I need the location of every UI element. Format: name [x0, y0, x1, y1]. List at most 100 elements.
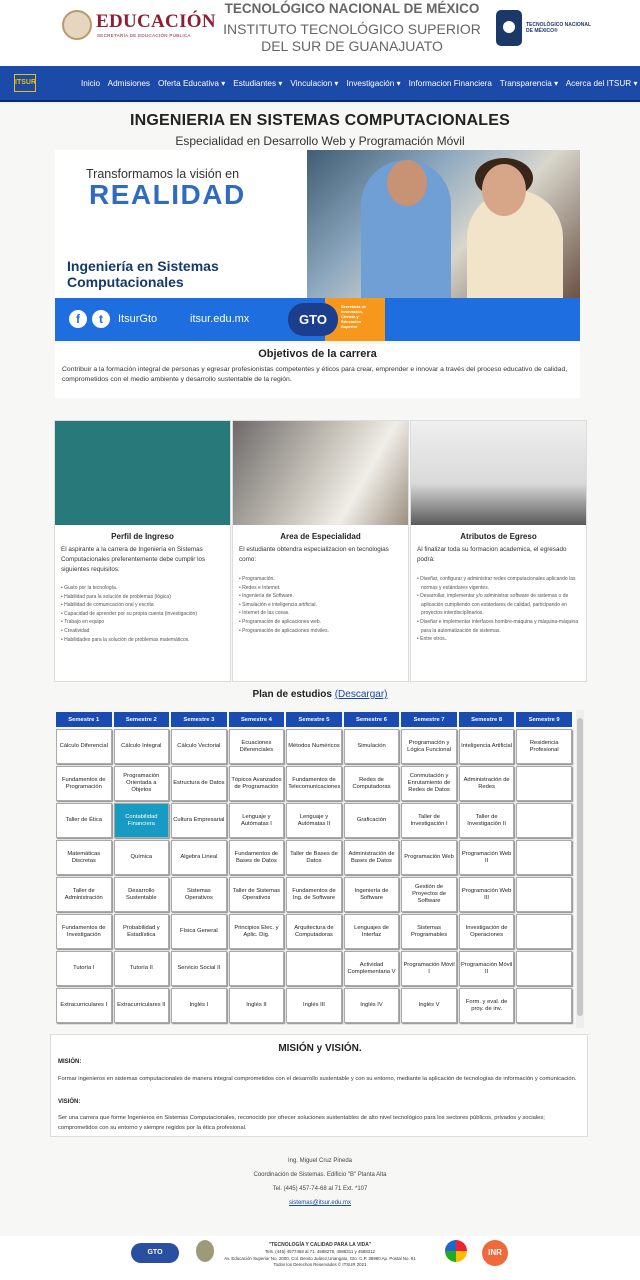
course-cell[interactable]: Métodos Numéricos [286, 729, 342, 764]
empty-cell [286, 951, 342, 986]
course-cell[interactable]: Ingeniería de Software [343, 877, 400, 912]
contact-email-link[interactable]: sistemas@itsur.edu.mx [0, 1196, 640, 1210]
scrollbar-thumb[interactable] [577, 718, 583, 1016]
course-cell[interactable]: Taller de Investigación I [401, 803, 457, 838]
page-title: INGENIERIA EN SISTEMAS COMPUTACIONALES [129, 112, 511, 129]
course-cell[interactable]: Extracurriculares I [56, 988, 112, 1023]
mexico-seal-icon [62, 10, 92, 40]
nav-item-inicio[interactable]: Inicio [81, 79, 100, 88]
course-cell[interactable]: Inglés III [286, 988, 342, 1023]
list-item: Redes e Internet. [239, 584, 404, 593]
course-cell[interactable]: Programación Web II [458, 840, 515, 875]
course-cell[interactable]: Cálculo Vectorial [171, 729, 227, 764]
twitter-icon[interactable]: t [92, 310, 110, 328]
course-cell[interactable]: Programación y Lógica Funcional [401, 729, 457, 764]
list-item: Diseñar e implementar interfaces hombre-… [417, 618, 582, 635]
card-image-meeting [233, 421, 408, 525]
nav-item-transparencia[interactable]: Transparencia ▾ [500, 79, 558, 88]
course-cell[interactable]: Form. y eval. de proy. de inv. [458, 988, 515, 1023]
course-cell[interactable]: Investigación de Operaciones [458, 914, 515, 949]
course-cell[interactable]: Lenguaje y Autómatas II [286, 803, 342, 838]
course-cell[interactable]: Simulación [343, 729, 400, 764]
course-cell[interactable]: Principios Elec. y Aplic. Dig. [228, 914, 285, 949]
vision-label: VISIÓN: [58, 1099, 81, 1105]
nav-item-oferta-educativa[interactable]: Oferta Educativa ▾ [158, 79, 225, 88]
course-cell[interactable]: Cálculo Diferencial [56, 729, 112, 764]
course-cell[interactable]: Lenguajes de Interfaz [343, 914, 400, 949]
banner-realidad: REALIDAD [89, 179, 246, 210]
course-cell[interactable]: Programación Móvil II [458, 951, 515, 986]
course-cell[interactable]: Sistemas Programables [401, 914, 457, 949]
facebook-icon[interactable]: f [69, 310, 87, 328]
nav-item-investigacion[interactable]: Investigación ▾ [347, 79, 401, 88]
nav-item-estudiantes[interactable]: Estudiantes ▾ [233, 79, 282, 88]
nav-item-admisiones[interactable]: Admisiones [108, 79, 150, 88]
course-cell[interactable]: Sistemas Operativos [171, 877, 227, 912]
contact-info: Ing. Miguel Cruz Pineda Coordinación de … [0, 1154, 640, 1210]
course-cell[interactable]: Taller de Investigación II [458, 803, 515, 838]
course-cell[interactable]: Taller de Ética [56, 803, 112, 838]
footer-inr-logo[interactable]: INR [482, 1240, 508, 1266]
empty-cell [516, 914, 572, 949]
course-cell[interactable]: Actividad Complementaria V [343, 951, 400, 986]
course-cell[interactable]: Programación Móvil I [401, 951, 457, 986]
sep-logo[interactable]: EDUCACIÓN SECRETARÍA DE EDUCACIÓN PÚBLIC… [62, 10, 216, 44]
course-cell[interactable]: Gestión de Proyectos de Software [401, 877, 457, 912]
plan-scrollbar[interactable] [576, 710, 584, 1028]
course-cell[interactable]: Inteligencia Artificial [458, 729, 515, 764]
course-cell[interactable]: Administración de Redes [458, 766, 515, 801]
course-cell[interactable]: Algebra Lineal [171, 840, 227, 875]
course-cell[interactable]: Fundamentos de Bases de Datos [228, 840, 285, 875]
course-cell[interactable]: Taller de Bases de Datos [286, 840, 342, 875]
course-cell[interactable]: Física General [171, 914, 227, 949]
footer-gto-logo[interactable]: GTO [131, 1243, 179, 1263]
site-footer: GTO "TECNOLOGÍA Y CALIDAD PARA LA VIDA" … [0, 1236, 640, 1280]
course-cell[interactable]: Taller de Administración [56, 877, 112, 912]
nav-item-informacion-financiera[interactable]: Informacion Financiera [409, 79, 492, 88]
course-cell[interactable]: Probabilidad y Estadística [113, 914, 170, 949]
banner-site: itsur.edu.mx [190, 313, 250, 325]
course-cell[interactable]: Taller de Sistemas Operativos [228, 877, 285, 912]
course-cell[interactable]: Tutoría II [113, 951, 170, 986]
course-cell[interactable]: Fundamentos de Programación [56, 766, 112, 801]
course-cell[interactable]: Ecuaciones Diferenciales [228, 729, 285, 764]
course-cell[interactable]: Cultura Empresarial [171, 803, 227, 838]
course-cell[interactable]: Fundamentos de Ing. de Software [286, 877, 342, 912]
course-cell[interactable]: Fundamentos de Telecomunicaciones [286, 766, 342, 801]
banner-career-name: Ingeniería en Sistemas Computacionales [67, 258, 219, 290]
contact-phone: Tel. (445) 457-74-68 al 71 Ext. *107 [272, 1186, 368, 1192]
itsur-logo[interactable]: ITSUR [14, 74, 36, 92]
course-cell[interactable]: Extracurriculares II [113, 988, 170, 1023]
course-cell[interactable]: Inglés I [171, 988, 227, 1023]
course-cell[interactable]: Servicio Social II [171, 951, 227, 986]
course-cell[interactable]: Graficación [343, 803, 400, 838]
main-content: INGENIERIA EN SISTEMAS COMPUTACIONALES E… [0, 104, 640, 1244]
course-cell[interactable]: Contabilidad Financiera [113, 803, 170, 838]
course-cell[interactable]: Desarrollo Sustentable [113, 877, 170, 912]
course-cell[interactable]: Inglés V [401, 988, 457, 1023]
course-cell[interactable]: Administración de Bases de Datos [343, 840, 400, 875]
course-cell[interactable]: Cálculo Integral [113, 729, 170, 764]
course-cell[interactable]: Estructura de Datos [171, 766, 227, 801]
course-cell[interactable]: Química [113, 840, 170, 875]
course-cell[interactable]: Arquitectura de Computadoras [286, 914, 342, 949]
nav-item-acerca[interactable]: Acerca del ITSUR ▾ [566, 79, 638, 88]
course-cell[interactable]: Fundamentos de Investigación [56, 914, 112, 949]
course-cell[interactable]: Programación Web III [458, 877, 515, 912]
course-cell[interactable]: Programación Orientada a Objetos [113, 766, 170, 801]
course-cell[interactable]: Lenguaje y Autómatas I [228, 803, 285, 838]
course-cell[interactable]: Programación Web [401, 840, 457, 875]
course-cell[interactable]: Tópicos Avanzados de Programación [228, 766, 285, 801]
course-cell[interactable]: Tutoría I [56, 951, 112, 986]
course-cell[interactable]: Residencia Profesional [516, 729, 572, 764]
card-heading: Atributos de Egreso [460, 532, 537, 541]
course-cell[interactable]: Inglés IV [343, 988, 400, 1023]
course-cell[interactable]: Inglés II [228, 988, 285, 1023]
tecnm-logo[interactable]: TECNOLÓGICO NACIONAL DE MÉXICO® [496, 10, 596, 50]
course-cell[interactable]: Redes de Computadoras [343, 766, 400, 801]
course-cell[interactable]: Conmutación y Enrutamiento de Redes de D… [401, 766, 457, 801]
card-text: El estudiante obtendra especializacion e… [239, 546, 389, 563]
nav-item-vinculacion[interactable]: Vinculacion ▾ [290, 79, 338, 88]
download-plan-link[interactable]: (Descargar) [335, 689, 388, 700]
course-cell[interactable]: Matemáticas Discretas [56, 840, 112, 875]
